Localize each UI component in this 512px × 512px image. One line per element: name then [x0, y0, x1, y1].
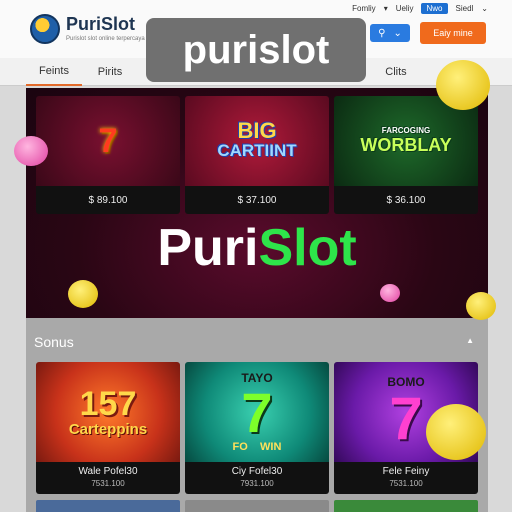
- hero-title-part2: Slot: [258, 219, 357, 277]
- promo-sub: 7531.100: [91, 479, 125, 488]
- promo-art-label: Carteppins: [68, 420, 148, 438]
- promo-title: Ciy Fofel30: [231, 466, 283, 477]
- promo-sub: 7531.100: [389, 479, 423, 488]
- game-art-crown: 7: [36, 96, 180, 186]
- promo-title: Fele Feiny: [382, 466, 430, 477]
- game-art-line2: CARTIINT: [217, 141, 297, 160]
- game-art-wor: FARCOGING WORBLAY: [334, 96, 478, 186]
- promo-art-number: 157: [79, 384, 137, 423]
- game-card-2[interactable]: BIG CARTIINT $ 37.100: [185, 96, 329, 214]
- game-art-text: WORBLAY: [360, 135, 452, 155]
- promo-art-seven: 7: [389, 385, 423, 452]
- top-link-2[interactable]: Ueliy: [396, 4, 414, 13]
- brand-logo-icon[interactable]: [30, 14, 60, 44]
- tab-feints[interactable]: Feints: [26, 58, 82, 86]
- search-button[interactable]: ⚲ ⌄: [370, 24, 410, 42]
- promo-art-seven: 7: [241, 381, 273, 444]
- pink-coin-icon: [380, 284, 400, 302]
- promo-sub: 7931.100: [240, 479, 274, 488]
- game-art-big: BIG CARTIINT: [185, 96, 329, 186]
- game-price: $ 89.100: [36, 186, 180, 214]
- top-link-1[interactable]: Fomliy: [352, 4, 376, 13]
- hero-banner: 7 $ 89.100 BIG CARTIINT $ 37.100 FARCOGI…: [26, 88, 488, 318]
- promo-footer: Ciy Fofel30 7931.100: [185, 462, 329, 494]
- search-icon: ⚲: [378, 27, 386, 39]
- game-art-text: 7: [98, 121, 118, 160]
- promo-card-2[interactable]: TAYO 7 FO WIN Ciy Fofel30 7931.100: [185, 362, 329, 494]
- promo-art: TAYO 7 FO WIN: [185, 362, 329, 462]
- promo-art: 157 Carteppins: [36, 362, 180, 462]
- game-art-line1: BIG: [237, 118, 277, 143]
- promo-footer: Fele Feiny 7531.100: [334, 462, 478, 494]
- section-title: Sonus: [34, 334, 74, 350]
- tab-pirits[interactable]: Pirits: [86, 58, 134, 86]
- tab-clits[interactable]: Clits: [376, 58, 416, 86]
- brand-tagline: Purislot slot online terpercaya: [66, 36, 145, 42]
- bonus-section: Sonus ▲ 157 Carteppins Wale Pofel30 7531…: [26, 318, 488, 512]
- promo-art-label: FO WIN: [232, 441, 282, 453]
- game-price: $ 36.100: [334, 186, 478, 214]
- pink-coin-icon: [14, 136, 48, 166]
- dropdown-icon: ▾: [383, 4, 388, 13]
- brand-name[interactable]: PuriSlot: [66, 14, 135, 35]
- next-row-card[interactable]: [185, 500, 329, 512]
- hero-title-part1: Puri: [157, 219, 259, 277]
- promo-title: Wale Pofel30: [78, 466, 138, 477]
- gold-coin-icon: [426, 404, 486, 460]
- chevron-down-icon: ⌄: [393, 27, 402, 39]
- top-badge[interactable]: Nwo: [421, 3, 448, 14]
- gold-coin-icon: [68, 280, 98, 308]
- chevron-down-icon: ⌄: [481, 4, 488, 13]
- chevron-up-icon[interactable]: ▲: [466, 336, 474, 345]
- top-link-right[interactable]: Siedl: [456, 4, 474, 13]
- promo-footer: Wale Pofel30 7531.100: [36, 462, 180, 494]
- game-card-1[interactable]: 7 $ 89.100: [36, 96, 180, 214]
- cta-button[interactable]: Eaiy mine: [420, 22, 486, 44]
- game-price: $ 37.100: [185, 186, 329, 214]
- gold-coin-icon: [436, 60, 490, 110]
- gold-coin-icon: [466, 292, 496, 320]
- game-card-3[interactable]: FARCOGING WORBLAY $ 36.100: [334, 96, 478, 214]
- hero-title: PuriSlot: [26, 218, 488, 278]
- next-row-card[interactable]: [36, 500, 180, 512]
- game-art-small: FARCOGING: [381, 126, 431, 135]
- next-row-card[interactable]: [334, 500, 478, 512]
- promo-card-1[interactable]: 157 Carteppins Wale Pofel30 7531.100: [36, 362, 180, 494]
- watermark-banner: purislot: [146, 18, 366, 82]
- top-links: Fomliy ▾ Ueliy Nwo Siedl ⌄: [352, 3, 488, 14]
